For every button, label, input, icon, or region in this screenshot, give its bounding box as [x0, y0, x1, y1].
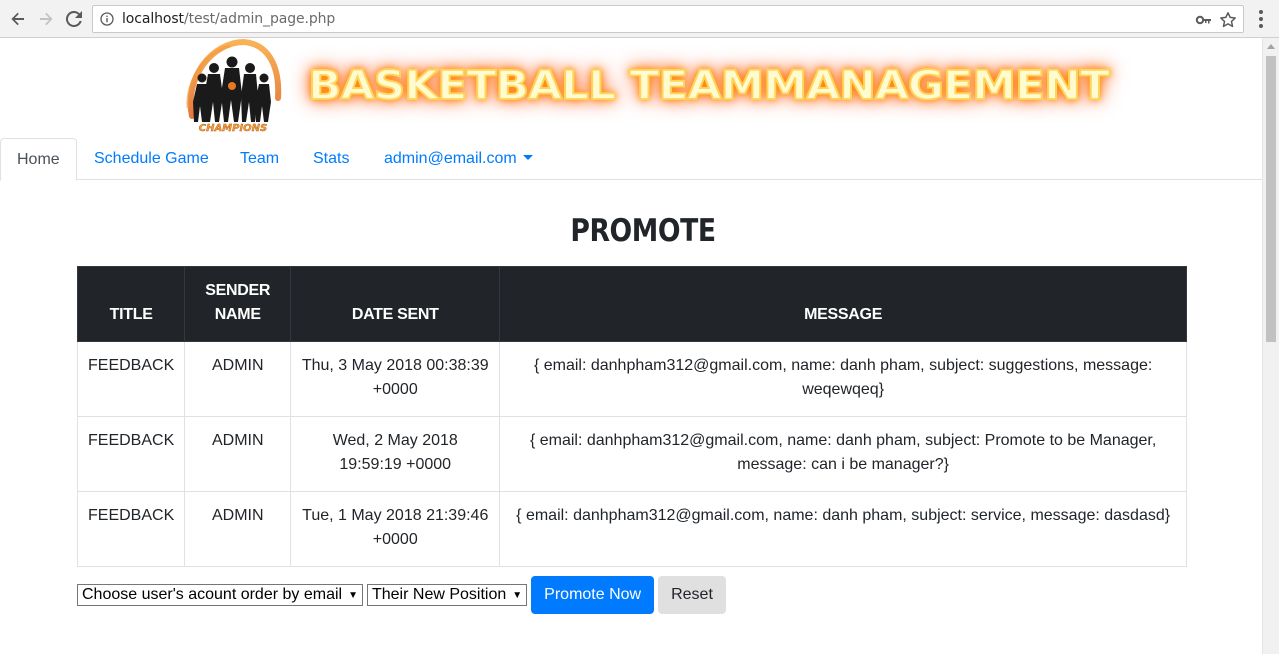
dropdown-arrow-icon: ▼ [348, 589, 358, 601]
tab-stats[interactable]: Stats [297, 138, 365, 180]
cell-sender: ADMIN [184, 416, 292, 492]
star-icon[interactable] [1219, 11, 1237, 29]
key-icon[interactable] [1195, 11, 1213, 29]
table-header-row: TITLE SENDER NAME DATE SENT MESSAGE [76, 266, 1187, 342]
reset-button[interactable]: Reset [658, 576, 726, 614]
cell-message: { email: danhpham312@gmail.com, name: da… [499, 341, 1187, 417]
tab-team[interactable]: Team [224, 138, 295, 180]
scroll-thumb[interactable] [1266, 56, 1276, 342]
tab-home[interactable]: Home [0, 138, 77, 181]
cell-message: { email: danhpham312@gmail.com, name: da… [499, 416, 1187, 492]
account-dropdown[interactable]: admin@email.com [368, 138, 549, 180]
caret-down-icon [522, 155, 533, 160]
cell-date: Tue, 1 May 2018 21:39:46 +0000 [290, 491, 501, 567]
cell-sender: ADMIN [184, 341, 292, 417]
back-arrow-icon[interactable] [6, 7, 30, 31]
cell-sender: ADMIN [184, 491, 292, 567]
url-text: localhost/test/admin_page.php [122, 11, 336, 27]
reload-icon[interactable] [62, 7, 86, 31]
account-email: admin@email.com [384, 150, 517, 167]
site-title: BASKETBALL TEAMMANAGEMENT [307, 61, 1111, 110]
cell-title: FEEDBACK [76, 491, 186, 567]
user-select-value: Choose user's acount order by email [82, 586, 343, 603]
column-header-date: DATE SENT [290, 266, 501, 342]
promote-form: Choose user's acount order by email ▼ The… [77, 576, 730, 614]
scroll-up-icon[interactable] [1267, 44, 1275, 49]
dropdown-arrow-icon: ▼ [512, 589, 523, 601]
cell-title: FEEDBACK [76, 341, 186, 417]
column-header-title: TITLE [76, 266, 186, 342]
table-row: FEEDBACK ADMIN Tue, 1 May 2018 21:39:46 … [76, 491, 1187, 567]
kebab-menu-icon[interactable] [1259, 10, 1263, 28]
address-bar[interactable]: localhost/test/admin_page.php [92, 5, 1244, 33]
site-header: CHAMPIONS BASKETBALL TEAMMANAGEMENT [0, 38, 1262, 138]
messages-table: TITLE SENDER NAME DATE SENT MESSAGE FEED… [76, 266, 1187, 567]
main-nav-tabs: Home Schedule Game Team Stats admin@emai… [0, 138, 1262, 181]
champions-logo: CHAMPIONS [186, 38, 282, 134]
page-title: PROMOTE [570, 213, 716, 249]
position-select-value: Their New Position [371, 586, 507, 603]
table-row: FEEDBACK ADMIN Wed, 2 May 2018 19:59:19 … [76, 416, 1187, 492]
page-scrollbar[interactable] [1262, 38, 1279, 654]
browser-toolbar: localhost/test/admin_page.php [0, 0, 1279, 38]
svg-text:CHAMPIONS: CHAMPIONS [199, 123, 268, 134]
page-content: CHAMPIONS BASKETBALL TEAMMANAGEMENT Home… [0, 38, 1262, 654]
info-icon[interactable] [100, 12, 114, 26]
cell-title: FEEDBACK [76, 416, 186, 492]
tab-schedule-game[interactable]: Schedule Game [78, 138, 225, 180]
position-select[interactable]: Their New Position ▼ [366, 584, 528, 606]
cell-date: Wed, 2 May 2018 19:59:19 +0000 [290, 416, 501, 492]
column-header-message: MESSAGE [499, 266, 1187, 342]
cell-date: Thu, 3 May 2018 00:38:39 +0000 [290, 341, 501, 417]
user-select[interactable]: Choose user's acount order by email ▼ [77, 584, 363, 606]
promote-now-button[interactable]: Promote Now [531, 576, 655, 614]
table-row: FEEDBACK ADMIN Thu, 3 May 2018 00:38:39 … [76, 341, 1187, 417]
cell-message: { email: danhpham312@gmail.com, name: da… [499, 491, 1187, 567]
forward-arrow-icon[interactable] [34, 7, 58, 31]
column-header-sender: SENDER NAME [184, 266, 292, 342]
